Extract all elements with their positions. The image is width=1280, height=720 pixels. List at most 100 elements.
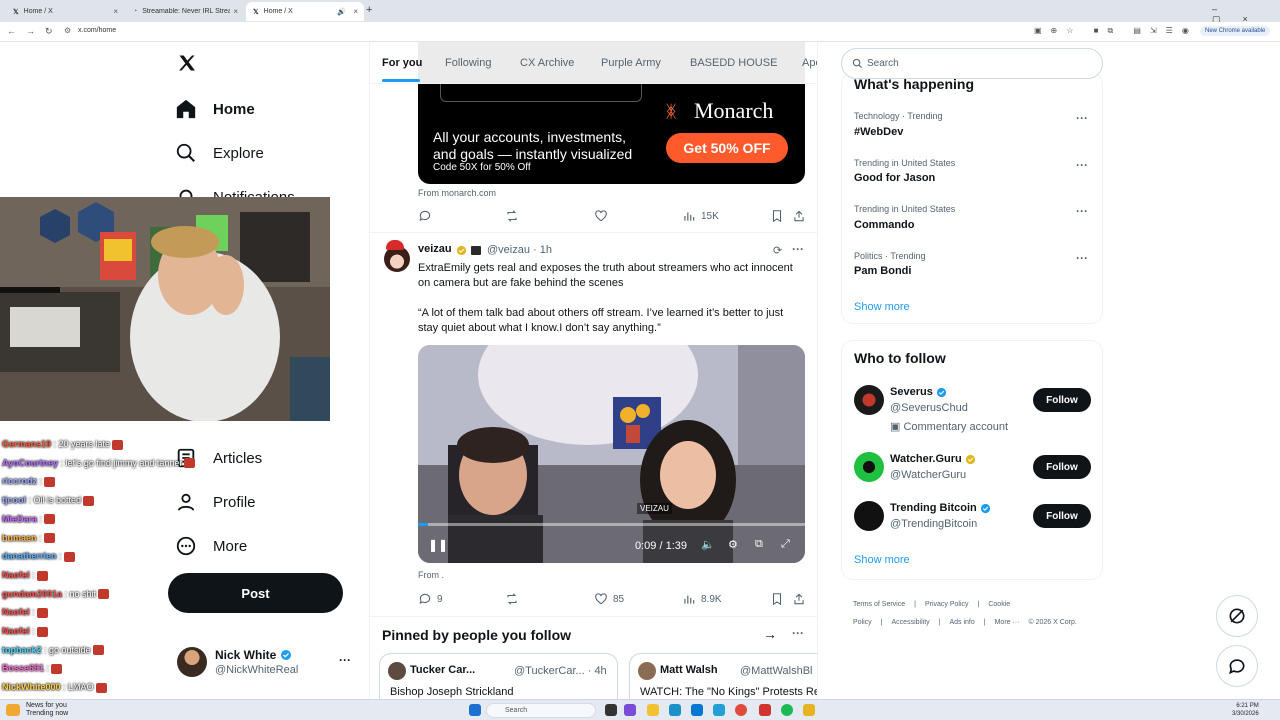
- pip-icon[interactable]: ⧉: [755, 538, 763, 551]
- footer-link[interactable]: Ads info: [949, 619, 974, 626]
- url-field[interactable]: x.com/home: [78, 27, 116, 34]
- pinned-card[interactable]: Tucker Car... @TuckerCar... · 4h Bishop …: [379, 653, 618, 700]
- close-tab-icon[interactable]: ×: [353, 7, 358, 16]
- video-player[interactable]: VEIZAU ❚❚ 0:09 / 1:39 🔈 ⚙ ⧉ ⤢: [418, 345, 805, 563]
- reply-icon[interactable]: [418, 209, 432, 223]
- trend-name[interactable]: #WebDev: [854, 126, 903, 138]
- chat-text: :: [56, 551, 62, 562]
- trend-name[interactable]: Pam Bondi: [854, 265, 911, 277]
- bookmark-icon[interactable]: [770, 209, 784, 223]
- browser-tab-1[interactable]: 𝕏 Home / X ×: [6, 2, 124, 21]
- spotify-icon[interactable]: [781, 704, 793, 716]
- video-source[interactable]: From .: [418, 570, 444, 580]
- app-icon[interactable]: [803, 704, 815, 716]
- more-dots-icon[interactable]: ···: [792, 242, 804, 256]
- views-stat[interactable]: 15K: [682, 209, 719, 223]
- tab-basedd-house[interactable]: BASEDD HOUSE: [690, 57, 777, 69]
- more-dots-icon[interactable]: ···: [792, 626, 804, 640]
- show-more-link[interactable]: Show more: [854, 554, 910, 566]
- show-more-link[interactable]: Show more: [854, 301, 910, 313]
- system-clock[interactable]: 6:21 PM 3/30/2026: [1232, 702, 1259, 718]
- taskbar-search[interactable]: Search: [486, 703, 596, 718]
- tab-for-you[interactable]: For you: [382, 57, 422, 69]
- close-tab-icon[interactable]: ×: [113, 7, 118, 16]
- toolbar-icons[interactable]: ▣⊕☆ ■⧉ ▤⇲☰◉: [1034, 26, 1198, 36]
- chrome-icon[interactable]: [735, 704, 747, 716]
- follow-button[interactable]: Follow: [1033, 455, 1091, 479]
- footer-link[interactable]: Accessibility: [892, 619, 930, 626]
- reply-stat[interactable]: 9: [418, 592, 443, 606]
- edge-icon[interactable]: [669, 704, 681, 716]
- messages-button[interactable]: [1216, 645, 1258, 687]
- explorer-icon[interactable]: [647, 704, 659, 716]
- grok-button[interactable]: [1216, 595, 1258, 637]
- speaker-icon[interactable]: 🔊: [337, 8, 346, 16]
- tab-cx-archive[interactable]: CX Archive: [520, 57, 574, 69]
- search-input[interactable]: Search: [841, 48, 1103, 79]
- verified-badge-icon: [965, 454, 975, 464]
- more-dots-icon[interactable]: ···: [339, 653, 351, 667]
- ad-source[interactable]: From monarch.com: [418, 188, 496, 198]
- follow-button[interactable]: Follow: [1033, 388, 1091, 412]
- browser-tab-3[interactable]: 𝕏 Home / X 🔊 ×: [246, 2, 364, 21]
- footer-link[interactable]: More ···: [995, 619, 1020, 626]
- settings-gear-icon[interactable]: ⚙: [728, 538, 738, 551]
- avatar[interactable]: [854, 501, 884, 531]
- more-dots-icon[interactable]: ···: [1076, 111, 1088, 125]
- footer-link[interactable]: Privacy Policy: [925, 601, 969, 608]
- streamable-icon: ◔: [133, 8, 138, 15]
- avatar[interactable]: [854, 385, 884, 415]
- footer-link[interactable]: © 2026 X Corp.: [1028, 619, 1076, 626]
- trend-name[interactable]: Commando: [854, 219, 915, 231]
- follow-button[interactable]: Follow: [1033, 504, 1091, 528]
- tab-purple-army[interactable]: Purple Army: [601, 57, 661, 69]
- bookmark-icon[interactable]: [770, 592, 784, 606]
- avatar[interactable]: [854, 452, 884, 482]
- like-stat[interactable]: 85: [594, 592, 624, 606]
- repost-icon[interactable]: [505, 592, 519, 606]
- nav-home[interactable]: Home: [175, 96, 255, 122]
- nav-explore[interactable]: Explore: [175, 140, 264, 166]
- volume-icon[interactable]: 🔈: [701, 538, 715, 551]
- news-widget[interactable]: News for you Trending now: [26, 702, 68, 718]
- more-dots-icon[interactable]: ···: [1076, 158, 1088, 172]
- pause-icon[interactable]: ❚❚: [428, 538, 448, 552]
- nav-buttons[interactable]: ←→↻: [7, 26, 63, 37]
- share-icon[interactable]: [792, 209, 806, 223]
- fullscreen-icon[interactable]: ⤢: [781, 538, 790, 551]
- follow-name[interactable]: Trending Bitcoin: [890, 502, 991, 514]
- app-icon[interactable]: [624, 704, 636, 716]
- share-icon[interactable]: [792, 592, 806, 606]
- tab-following[interactable]: Following: [445, 57, 491, 69]
- like-icon[interactable]: [594, 209, 608, 223]
- app-icon[interactable]: [759, 704, 771, 716]
- arrow-right-icon[interactable]: →: [763, 626, 777, 642]
- ad-cta-button[interactable]: Get 50% OFF: [666, 133, 788, 163]
- tweet-author-name[interactable]: veizau: [418, 243, 452, 255]
- repost-icon[interactable]: [505, 209, 519, 223]
- pinned-card[interactable]: Matt Walsh @MattWalshBl WATCH: The "No K…: [629, 653, 817, 700]
- new-tab-button[interactable]: +: [366, 4, 372, 16]
- home-icon: [175, 98, 197, 120]
- views-stat[interactable]: 8.9K: [682, 592, 722, 606]
- start-icon[interactable]: [469, 704, 481, 716]
- follow-name[interactable]: Severus: [890, 386, 947, 398]
- follow-name[interactable]: Watcher.Guru: [890, 453, 976, 465]
- task-view-icon[interactable]: [605, 704, 617, 716]
- browser-tab-2[interactable]: ◔ Streamable: Never IRL Stream ... ×: [126, 2, 244, 21]
- search-icon: [852, 58, 863, 69]
- trend-name[interactable]: Good for Jason: [854, 172, 935, 184]
- tweet-handle[interactable]: @veizau · 1h: [487, 244, 552, 256]
- tab-ape[interactable]: Ape: [802, 57, 817, 69]
- more-dots-icon[interactable]: ···: [1076, 204, 1088, 218]
- new-chrome-button[interactable]: New Chrome available: [1200, 26, 1271, 36]
- close-tab-icon[interactable]: ×: [233, 7, 238, 16]
- weather-icon[interactable]: [6, 704, 20, 716]
- footer-link[interactable]: Terms of Service: [853, 601, 905, 608]
- grok-icon[interactable]: ⟳: [773, 244, 782, 257]
- x-logo-icon[interactable]: [177, 53, 197, 73]
- store-icon[interactable]: [691, 704, 703, 716]
- site-info-icon[interactable]: ⚙: [64, 26, 71, 35]
- more-dots-icon[interactable]: ···: [1076, 251, 1088, 265]
- mail-icon[interactable]: [713, 704, 725, 716]
